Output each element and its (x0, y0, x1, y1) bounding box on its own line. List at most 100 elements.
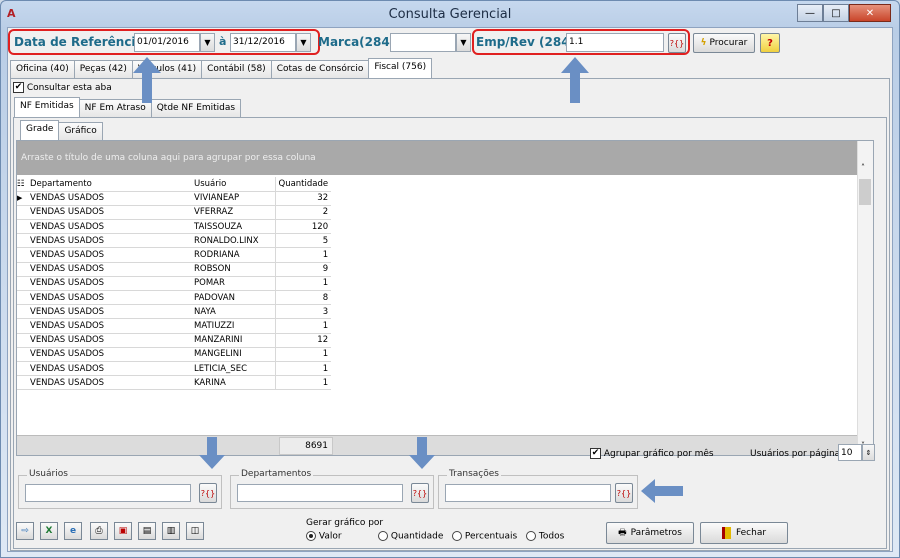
radio-todos[interactable] (526, 531, 536, 541)
column-chooser-icon[interactable]: ☷ (17, 177, 27, 192)
cell-quantidade[interactable]: 8 (274, 290, 332, 306)
table-row[interactable]: VENDAS USADOS LETICIA_SEC 1 (17, 361, 332, 377)
tab-qtde-nf-emitidas[interactable]: Qtde NF Emitidas (150, 99, 242, 117)
cell-quantidade[interactable]: 2 (274, 205, 332, 221)
cell-usuario[interactable]: RONALDO.LINX (191, 233, 275, 249)
cell-quantidade[interactable]: 1 (274, 361, 332, 377)
cell-usuario[interactable]: POMAR (191, 276, 275, 292)
departamentos-search-button[interactable]: ?{} (411, 483, 429, 503)
date-to-input[interactable]: 31/12/2016 (230, 33, 296, 52)
columns-icon[interactable]: ▥ (162, 522, 180, 540)
date-to-dropdown[interactable]: ▼ (296, 33, 311, 52)
tab-oficina[interactable]: Oficina (40) (10, 60, 75, 78)
agrupar-row[interactable]: ✔ Agrupar gráfico por mês (590, 448, 714, 459)
tab-pecas[interactable]: Peças (42) (73, 60, 133, 78)
consultar-checkbox-row[interactable]: ✔ Consultar esta aba (13, 82, 112, 93)
print-preview-icon[interactable]: ▣ (114, 522, 132, 540)
table-row[interactable]: VENDAS USADOS VFERRAZ 2 (17, 205, 332, 221)
cell-usuario[interactable]: RODRIANA (191, 247, 275, 263)
tab-cotas-consorcio[interactable]: Cotas de Consórcio (270, 60, 370, 78)
print-icon[interactable]: ⎙ (90, 522, 108, 540)
usuarios-por-pagina-spinner[interactable]: ⇕ (862, 444, 875, 461)
cell-quantidade[interactable]: 32 (274, 191, 332, 206)
scroll-up-icon[interactable]: ˄ (861, 163, 865, 172)
col-quantidade[interactable]: Quantidade (274, 177, 332, 192)
cell-usuario[interactable]: VFERRAZ (191, 205, 275, 221)
cell-departamento[interactable]: VENDAS USADOS (27, 333, 191, 348)
marca-select[interactable] (390, 33, 456, 52)
excel-icon[interactable]: X (40, 522, 58, 540)
tab-fiscal[interactable]: Fiscal (756) (368, 58, 433, 78)
cell-usuario[interactable]: LETICIA_SEC (191, 361, 275, 377)
table-row[interactable]: VENDAS USADOS RONALDO.LINX 5 (17, 233, 332, 249)
cell-departamento[interactable]: VENDAS USADOS (27, 304, 191, 320)
minimize-button[interactable]: — (797, 4, 823, 22)
usuarios-search-button[interactable]: ?{} (199, 483, 217, 503)
cell-usuario[interactable]: MATIUZZI (191, 318, 275, 334)
cell-departamento[interactable]: VENDAS USADOS (27, 361, 191, 377)
radio-quantidade[interactable] (378, 531, 388, 541)
cell-usuario[interactable]: PADOVAN (191, 290, 275, 306)
cell-quantidade[interactable]: 1 (274, 375, 332, 391)
cell-usuario[interactable]: VIVIANEAP (191, 191, 275, 206)
radio-percentuais[interactable] (452, 531, 462, 541)
cell-departamento[interactable]: VENDAS USADOS (27, 347, 191, 362)
cell-quantidade[interactable]: 1 (274, 276, 332, 292)
emp-search-button[interactable]: ?{} (668, 33, 686, 53)
cell-quantidade[interactable]: 1 (274, 247, 332, 263)
cell-usuario[interactable]: KARINA (191, 375, 275, 391)
cell-usuario[interactable]: NAYA (191, 304, 275, 320)
marca-dropdown[interactable]: ▼ (456, 33, 471, 52)
maximize-button[interactable]: □ (823, 4, 849, 22)
cell-usuario[interactable]: TAISSOUZA (191, 219, 275, 235)
cell-quantidade[interactable]: 120 (274, 219, 332, 235)
table-row[interactable]: VENDAS USADOS PADOVAN 8 (17, 290, 332, 306)
departamentos-input[interactable] (237, 484, 403, 502)
layout-icon[interactable]: ◫ (186, 522, 204, 540)
table-row[interactable]: VENDAS USADOS POMAR 1 (17, 276, 332, 292)
group-by-bar[interactable]: Arraste o título de uma coluna aqui para… (17, 141, 865, 175)
table-row[interactable]: VENDAS USADOS ROBSON 9 (17, 262, 332, 277)
tab-nf-emitidas[interactable]: NF Emitidas (14, 97, 80, 117)
cell-quantidade[interactable]: 9 (274, 262, 332, 277)
col-usuario[interactable]: Usuário (191, 177, 275, 192)
cell-departamento[interactable]: VENDAS USADOS (27, 375, 191, 391)
table-row[interactable]: ▶ VENDAS USADOS VIVIANEAP 32 (17, 191, 332, 206)
tab-grafico[interactable]: Gráfico (58, 122, 103, 140)
grid-vertical-scrollbar[interactable]: ˄ ˅ (857, 141, 873, 455)
scroll-thumb[interactable] (859, 179, 871, 205)
table-row[interactable]: VENDAS USADOS TAISSOUZA 120 (17, 219, 332, 235)
cell-quantidade[interactable]: 5 (274, 233, 332, 249)
cell-quantidade[interactable]: 1 (274, 318, 332, 334)
cell-usuario[interactable]: MANGELINI (191, 347, 275, 362)
cell-departamento[interactable]: VENDAS USADOS (27, 276, 191, 292)
emp-input[interactable]: 1.1 (566, 33, 664, 52)
transacoes-input[interactable] (445, 484, 611, 502)
fechar-button[interactable]: Fechar (700, 522, 788, 544)
agrupar-checkbox[interactable]: ✔ (590, 448, 601, 459)
table-row[interactable]: VENDAS USADOS MANZARINI 12 (17, 333, 332, 348)
table-row[interactable]: VENDAS USADOS NAYA 3 (17, 304, 332, 320)
consultar-checkbox[interactable]: ✔ (13, 82, 24, 93)
usuarios-input[interactable] (25, 484, 191, 502)
tab-contabil[interactable]: Contábil (58) (201, 60, 272, 78)
procurar-button[interactable]: ϟ Procurar (693, 33, 755, 53)
date-from-dropdown[interactable]: ▼ (200, 33, 215, 52)
radio-valor-row[interactable]: Valor (306, 531, 378, 542)
radio-valor[interactable] (306, 531, 316, 541)
cell-quantidade[interactable]: 12 (274, 333, 332, 348)
cell-quantidade[interactable]: 1 (274, 347, 332, 362)
cell-departamento[interactable]: VENDAS USADOS (27, 247, 191, 263)
usuarios-por-pagina-input[interactable]: 10 (838, 444, 862, 461)
cell-departamento[interactable]: VENDAS USADOS (27, 318, 191, 334)
tab-grade[interactable]: Grade (20, 120, 60, 140)
table-row[interactable]: VENDAS USADOS MATIUZZI 1 (17, 318, 332, 334)
document-icon[interactable]: ▤ (138, 522, 156, 540)
cell-usuario[interactable]: ROBSON (191, 262, 275, 277)
close-button[interactable]: ✕ (849, 4, 891, 22)
help-button[interactable]: ? (760, 33, 780, 53)
col-departamento[interactable]: Departamento (27, 177, 191, 192)
table-row[interactable]: VENDAS USADOS MANGELINI 1 (17, 347, 332, 362)
transacoes-search-button[interactable]: ?{} (615, 483, 633, 503)
cell-departamento[interactable]: VENDAS USADOS (27, 262, 191, 277)
